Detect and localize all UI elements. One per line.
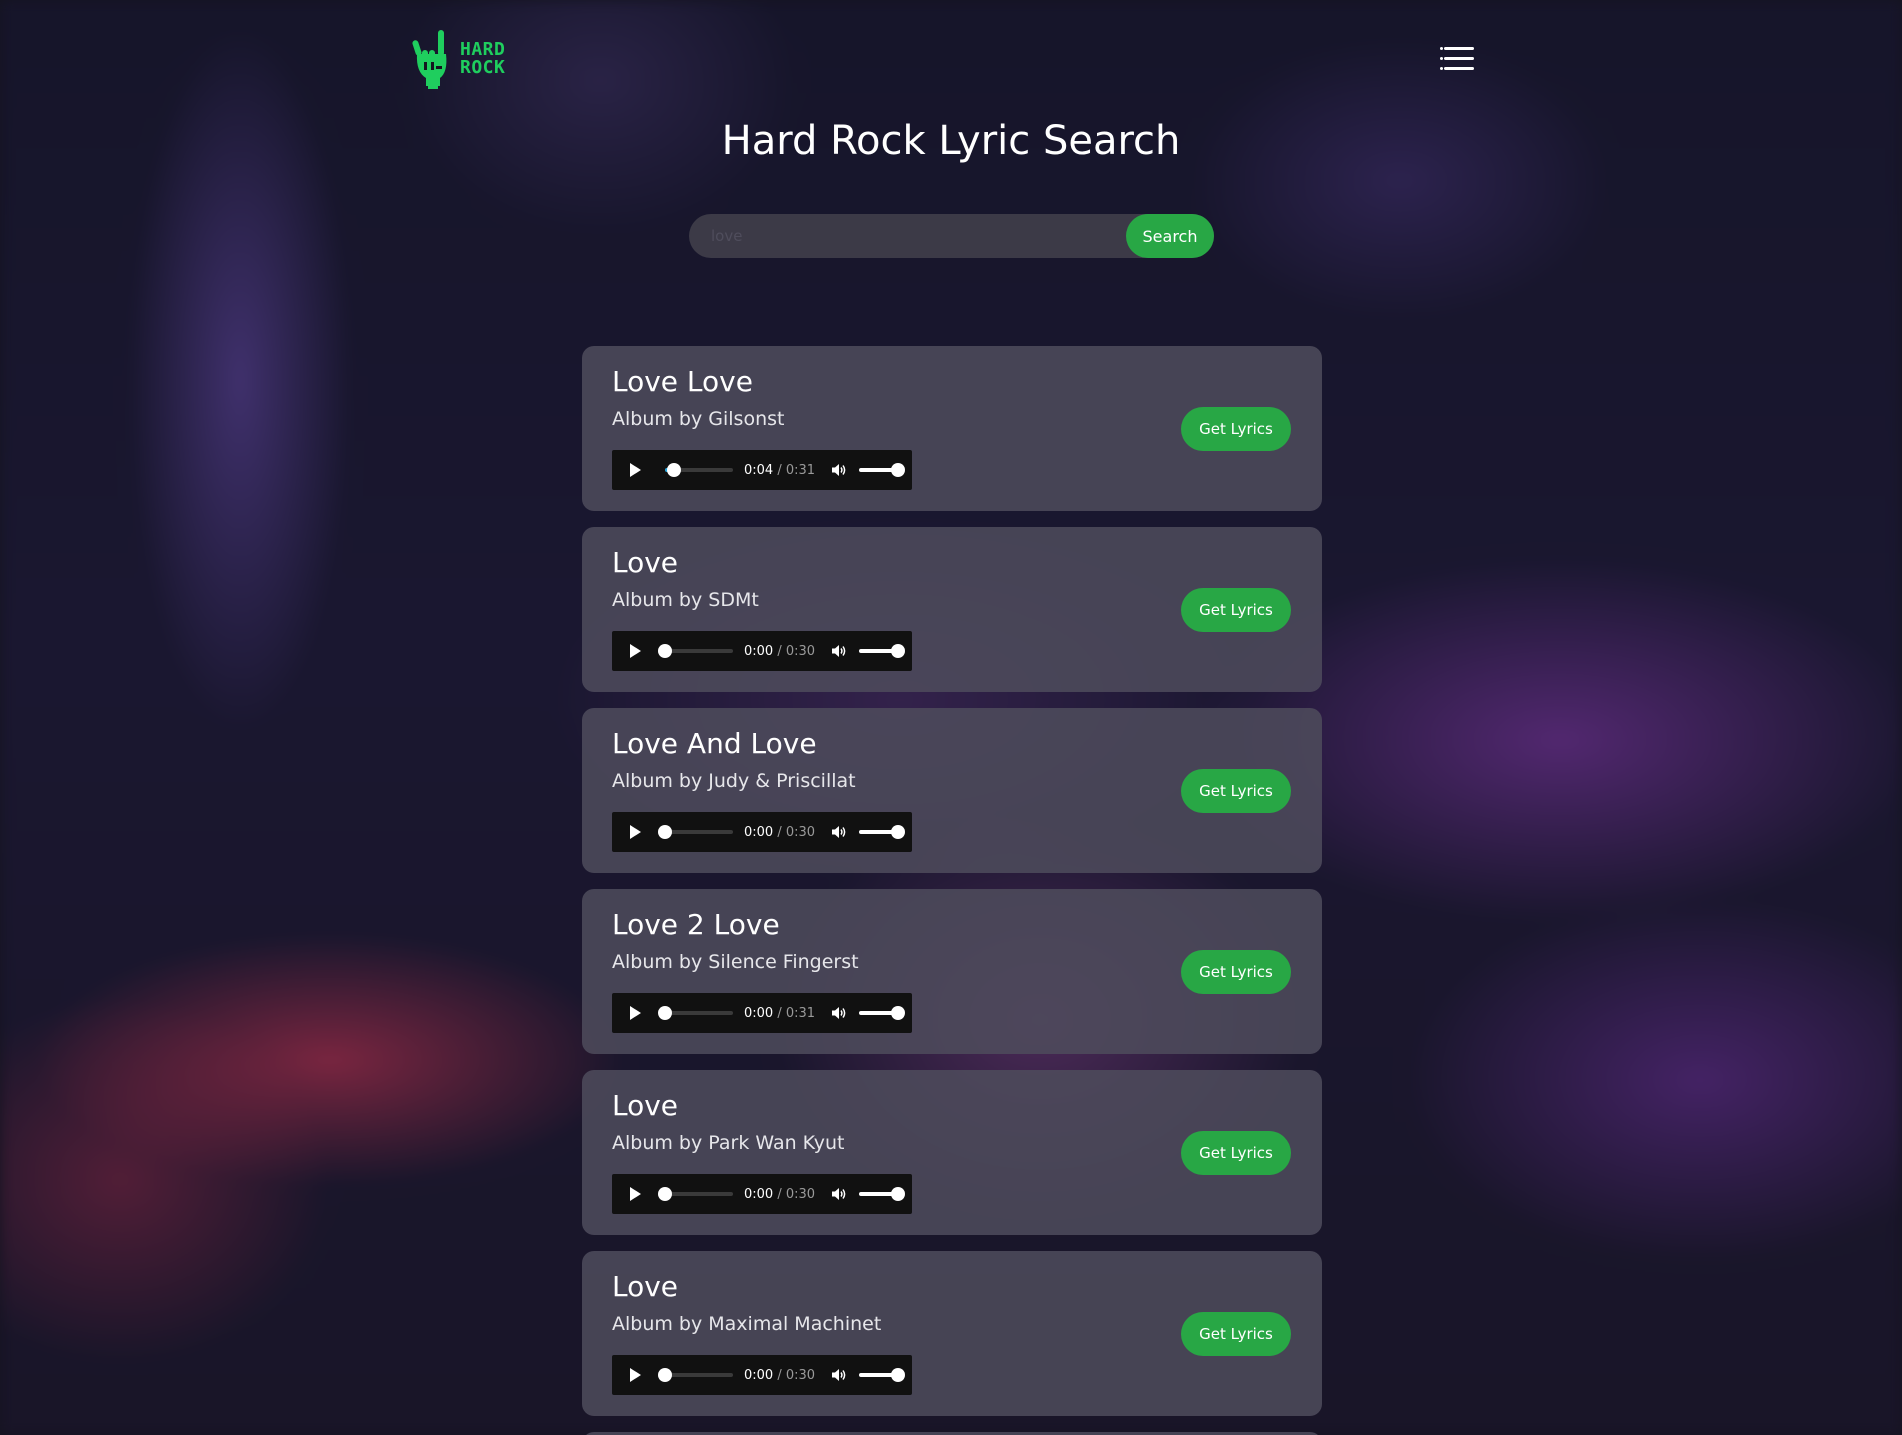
volume-slider[interactable] [859, 825, 906, 839]
seek-handle[interactable] [658, 1006, 672, 1020]
get-lyrics-button[interactable]: Get Lyrics [1181, 769, 1291, 813]
time-display: 0:00 / 0:30 [744, 825, 815, 840]
play-icon[interactable] [630, 825, 641, 839]
audio-player: 0:00 / 0:31 [612, 993, 912, 1033]
audio-player: 0:00 / 0:30 [612, 1174, 912, 1214]
seek-handle[interactable] [658, 644, 672, 658]
audio-player: 0:00 / 0:30 [612, 812, 912, 852]
time-separator: / [777, 643, 782, 659]
duration: 0:30 [785, 1367, 816, 1383]
volume-slider[interactable] [859, 644, 906, 658]
song-result-card: Love 2 Love Album by Silence Fingerst 0:… [582, 889, 1322, 1054]
rock-hand-icon [412, 30, 447, 89]
time-display: 0:00 / 0:30 [744, 1187, 815, 1202]
search-bar: Search [689, 213, 1214, 259]
play-icon[interactable] [630, 463, 641, 477]
time-display: 0:00 / 0:30 [744, 644, 815, 659]
current-time: 0:00 [744, 824, 774, 840]
song-result-card: Love And Love Album by Judy & Priscillat… [582, 708, 1322, 873]
time-display: 0:00 / 0:31 [744, 1006, 815, 1021]
seek-bar[interactable] [658, 644, 733, 658]
time-separator: / [777, 462, 782, 478]
seek-handle[interactable] [658, 1187, 672, 1201]
hard-rock-logo[interactable]: HARD ROCK [412, 28, 505, 90]
time-separator: / [777, 1186, 782, 1202]
time-display: 0:00 / 0:30 [744, 1368, 815, 1383]
play-icon[interactable] [630, 1368, 641, 1382]
duration: 0:30 [785, 1186, 816, 1202]
play-icon[interactable] [630, 644, 641, 658]
page: HARD ROCK Hard Rock Lyric Search Search … [0, 0, 1902, 1435]
volume-handle[interactable] [891, 825, 906, 839]
song-result-card: Love Album by Maximal Machinet 0:00 / 0:… [582, 1251, 1322, 1416]
duration: 0:31 [785, 1005, 816, 1021]
seek-bar[interactable] [658, 1006, 733, 1020]
volume-slider[interactable] [859, 463, 906, 477]
volume-icon[interactable] [831, 824, 847, 840]
time-separator: / [777, 824, 782, 840]
logo-line-2: ROCK [460, 57, 506, 78]
volume-slider[interactable] [859, 1187, 906, 1201]
volume-icon[interactable] [831, 643, 847, 659]
seek-bar[interactable] [665, 463, 733, 477]
song-title: Love Love [612, 365, 753, 398]
logo-wordmark: HARD ROCK [460, 41, 505, 77]
get-lyrics-button[interactable]: Get Lyrics [1181, 588, 1291, 632]
volume-handle[interactable] [891, 463, 906, 477]
volume-icon[interactable] [831, 462, 847, 478]
volume-icon[interactable] [831, 1005, 847, 1021]
get-lyrics-button[interactable]: Get Lyrics [1181, 407, 1291, 451]
volume-handle[interactable] [891, 1187, 906, 1201]
seek-bar[interactable] [658, 1187, 733, 1201]
seek-handle[interactable] [666, 463, 681, 477]
song-title: Love [612, 1089, 679, 1122]
hamburger-menu-icon[interactable] [1440, 46, 1474, 72]
current-time: 0:00 [744, 1186, 774, 1202]
audio-player: 0:00 / 0:30 [612, 631, 912, 671]
song-title: Love [612, 546, 679, 579]
song-result-card: Love Album by Park Wan Kyut 0:00 / 0:30 … [582, 1070, 1322, 1235]
volume-icon[interactable] [831, 1367, 847, 1383]
volume-handle[interactable] [891, 1006, 906, 1020]
song-title: Love 2 Love [612, 908, 780, 941]
current-time: 0:00 [744, 643, 774, 659]
current-time: 0:00 [744, 1367, 774, 1383]
duration: 0:30 [785, 643, 816, 659]
get-lyrics-button[interactable]: Get Lyrics [1181, 1131, 1291, 1175]
search-input[interactable] [689, 213, 1126, 259]
get-lyrics-button[interactable]: Get Lyrics [1181, 1312, 1291, 1356]
audio-player: 0:04 / 0:31 [612, 450, 912, 490]
play-icon[interactable] [630, 1006, 641, 1020]
current-time: 0:04 [744, 462, 774, 478]
volume-handle[interactable] [891, 644, 906, 658]
song-result-card: Love Album by SDMt 0:00 / 0:30 Get Lyric… [582, 527, 1322, 692]
current-time: 0:00 [744, 1005, 774, 1021]
search-button[interactable]: Search [1126, 214, 1214, 258]
time-separator: / [777, 1005, 782, 1021]
audio-player: 0:00 / 0:30 [612, 1355, 912, 1395]
page-title: Hard Rock Lyric Search [721, 118, 1181, 164]
duration: 0:30 [785, 824, 816, 840]
time-separator: / [777, 1367, 782, 1383]
volume-handle[interactable] [891, 1368, 906, 1382]
seek-handle[interactable] [658, 825, 672, 839]
song-title: Love [612, 1270, 679, 1303]
seek-handle[interactable] [658, 1368, 672, 1382]
song-title: Love And Love [612, 727, 817, 760]
seek-bar[interactable] [658, 825, 733, 839]
volume-slider[interactable] [859, 1006, 906, 1020]
play-icon[interactable] [630, 1187, 641, 1201]
get-lyrics-button[interactable]: Get Lyrics [1181, 950, 1291, 994]
song-result-card: Love Love Album by Gilsonst 0:04 / 0:31 … [582, 346, 1322, 511]
seek-bar[interactable] [658, 1368, 733, 1382]
volume-icon[interactable] [831, 1186, 847, 1202]
volume-slider[interactable] [859, 1368, 906, 1382]
duration: 0:31 [785, 462, 816, 478]
search-results-list: Love Love Album by Gilsonst 0:04 / 0:31 … [582, 346, 1322, 1435]
time-display: 0:04 / 0:31 [744, 463, 815, 478]
